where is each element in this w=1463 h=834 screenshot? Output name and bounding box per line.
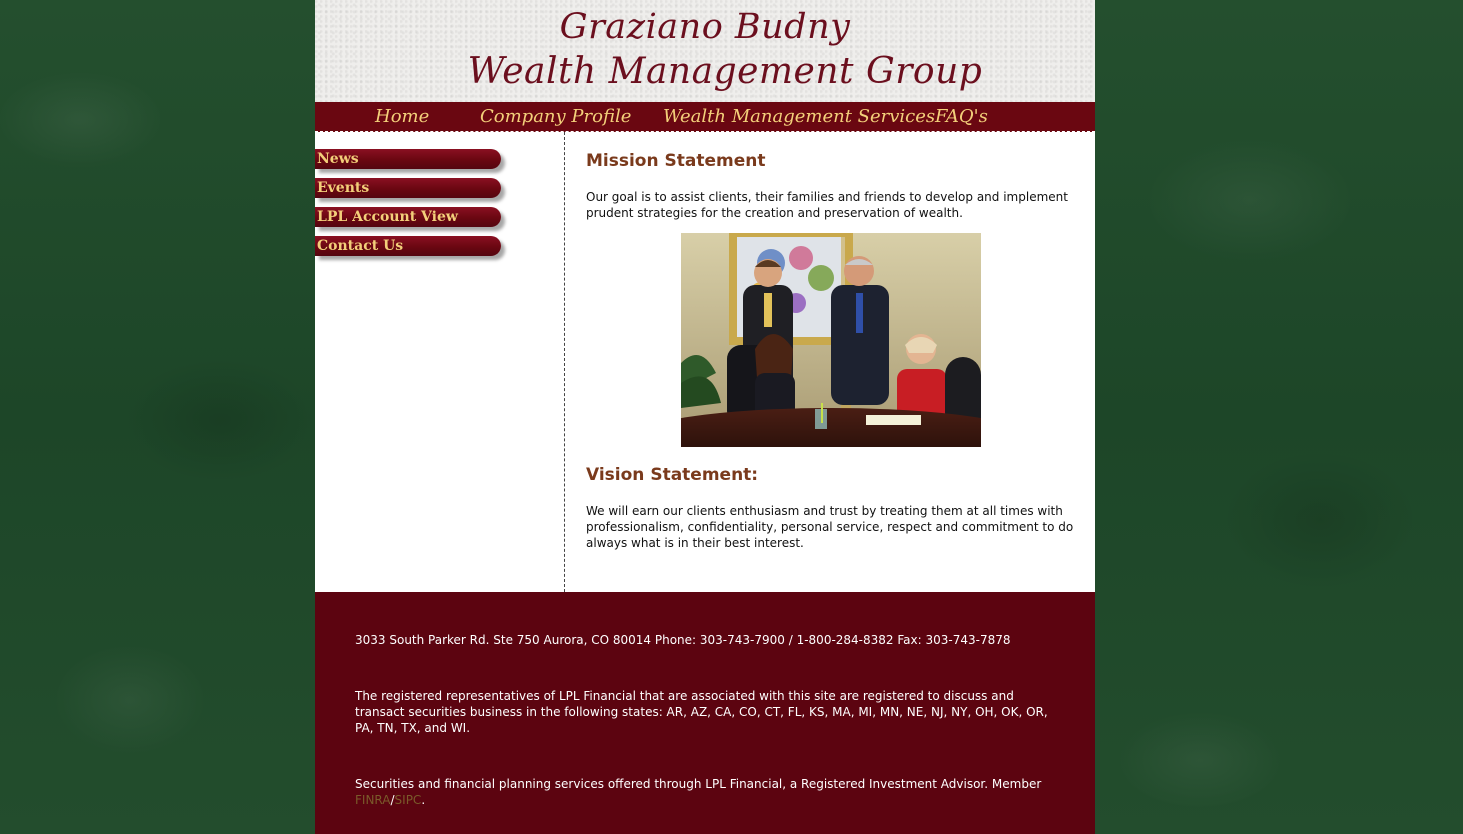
vision-heading: Vision Statement: (586, 465, 759, 485)
site-footer: 3033 South Parker Rd. Ste 750 Aurora, CO… (315, 592, 1095, 834)
sipc-link[interactable]: SIPC (395, 793, 422, 807)
site-header: Graziano Budny Wealth Management Group (315, 0, 1095, 102)
sidebar-item-news[interactable]: News (315, 149, 501, 169)
finra-link[interactable]: FINRA (355, 793, 390, 807)
sidebar-item-contact-us[interactable]: Contact Us (315, 236, 501, 256)
team-photo (681, 233, 981, 447)
footer-securities-text: Securities and financial planning servic… (355, 777, 1042, 791)
footer-address: 3033 South Parker Rd. Ste 750 Aurora, CO… (355, 633, 1011, 647)
page-container: Graziano Budny Wealth Management Group H… (315, 0, 1095, 834)
top-navigation: Home Company Profile Wealth Management S… (315, 102, 1095, 132)
nav-home[interactable]: Home (375, 106, 429, 127)
footer-securities: Securities and financial planning servic… (355, 776, 1055, 808)
mission-heading: Mission Statement (586, 151, 766, 171)
nav-wealth-management-services[interactable]: Wealth Management Services (663, 106, 935, 127)
sidebar-item-events[interactable]: Events (315, 178, 501, 198)
vision-text: We will earn our clients enthusiasm and … (586, 504, 1074, 550)
footer-registration: The registered representatives of LPL Fi… (355, 689, 1048, 735)
logo-title-line2[interactable]: Wealth Management Group (315, 54, 1095, 90)
nav-faqs[interactable]: FAQ's (935, 106, 988, 127)
mission-text: Our goal is to assist clients, their fam… (586, 190, 1068, 220)
sidebar: News Events LPL Account View Contact Us (315, 132, 565, 592)
nav-company-profile[interactable]: Company Profile (480, 106, 631, 127)
footer-end-punct: . (421, 793, 426, 807)
logo-title-line1[interactable]: Graziano Budny (315, 10, 1095, 45)
sidebar-item-lpl-account-view[interactable]: LPL Account View (315, 207, 501, 227)
